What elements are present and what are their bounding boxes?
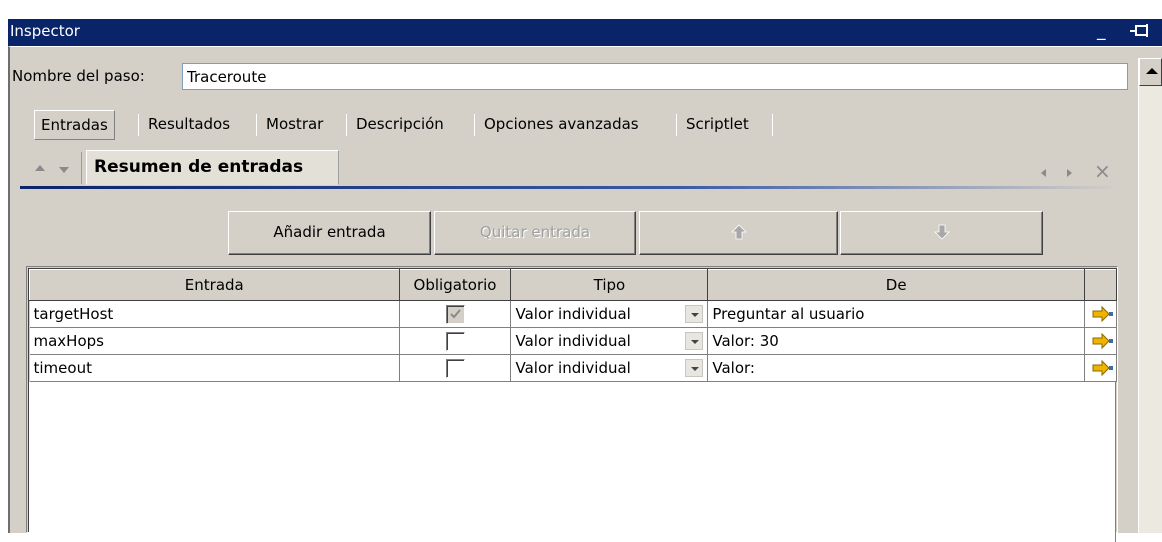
inputs-grid: Entrada Obligatorio Tipo De targetHost V… [29,269,1117,382]
step-name-label: Nombre del paso: [12,67,145,85]
table-row[interactable]: targetHost Valor individual Preguntar al… [29,300,1117,328]
tab-entradas[interactable]: Entradas [34,110,115,140]
required-checkbox[interactable] [445,358,465,378]
source-value[interactable]: Valor: 30 [707,327,1085,355]
tab-scriptlet[interactable]: Scriptlet [680,110,755,140]
minimize-button[interactable]: _ [1097,20,1106,42]
type-dropdown-button[interactable] [685,332,704,350]
source-value[interactable]: Preguntar al usuario [707,300,1085,328]
type-dropdown-button[interactable] [685,305,704,323]
input-name[interactable]: maxHops [29,327,400,355]
inputs-table: Entrada Obligatorio Tipo De targetHost V… [26,266,1118,542]
arrow-down-icon [933,224,950,240]
chevron-down-icon [691,313,700,317]
tab-separator [676,114,677,136]
type-value: Valor individual [515,305,631,323]
section-underline [20,186,1120,189]
column-header-obligatorio[interactable]: Obligatorio [398,269,512,301]
column-header-tipo[interactable]: Tipo [510,269,709,301]
table-row[interactable]: timeout Valor individual Valor: [29,354,1117,382]
arrow-up-icon [730,224,747,240]
pin-icon[interactable] [1130,23,1152,41]
scroll-up-button[interactable] [1139,58,1162,86]
move-down-button[interactable] [840,211,1043,255]
close-section-icon[interactable]: × [1094,159,1111,183]
required-checkbox[interactable] [445,331,465,351]
nav-right-icon[interactable] [1067,169,1072,177]
table-row[interactable]: maxHops Valor individual Valor: 30 [29,327,1117,355]
column-header-de[interactable]: De [707,269,1085,301]
collapse-up-icon[interactable] [35,165,45,171]
scroll-up-icon [1146,68,1158,74]
expand-down-icon[interactable] [59,167,69,173]
tab-resultados[interactable]: Resultados [142,110,236,140]
vertical-scrollbar[interactable] [1138,58,1162,533]
chevron-down-icon [691,367,700,371]
tab-separator [346,114,347,136]
tab-opciones-avanzadas[interactable]: Opciones avanzadas [478,110,645,140]
section-title: Resumen de entradas [86,150,339,185]
add-input-button[interactable]: Añadir entrada [228,211,431,255]
assign-value-icon[interactable] [1092,359,1114,377]
step-name-input[interactable] [182,63,1128,90]
input-name[interactable]: timeout [29,354,400,382]
column-header-action [1084,269,1117,301]
table-empty-area [29,382,1116,542]
subheader-separator [81,152,82,184]
input-name[interactable]: targetHost [29,300,400,328]
assign-value-icon[interactable] [1092,332,1114,350]
tab-descripcion[interactable]: Descripción [350,110,450,140]
remove-input-button[interactable]: Quitar entrada [434,211,636,255]
window-title: Inspector [10,22,80,40]
title-bar: Inspector _ [8,19,1162,46]
nav-left-icon[interactable] [1041,169,1046,177]
tab-separator [474,114,475,136]
tab-separator [772,114,773,136]
checkmark-icon [449,308,461,318]
type-value: Valor individual [515,332,631,350]
source-value[interactable]: Valor: [707,354,1085,382]
type-dropdown-button[interactable] [685,359,704,377]
move-up-button[interactable] [639,211,838,255]
tab-separator [256,114,257,136]
assign-value-icon[interactable] [1092,305,1114,323]
tab-mostrar[interactable]: Mostrar [260,110,329,140]
type-value: Valor individual [515,359,631,377]
tab-separator [138,114,139,136]
column-header-entrada[interactable]: Entrada [29,269,400,301]
inspector-window: Inspector _ Nombre del paso: Entradas Re… [0,0,1162,542]
chevron-down-icon [691,340,700,344]
required-checkbox[interactable] [445,304,465,324]
